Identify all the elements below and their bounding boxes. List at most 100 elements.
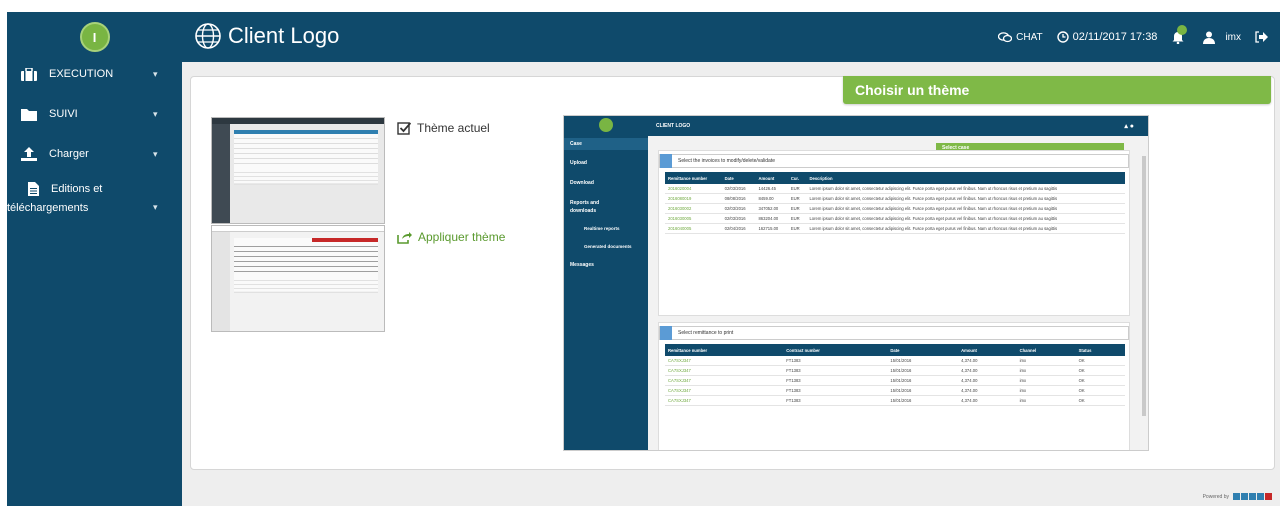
cell: FT1383: [783, 356, 888, 366]
sidebar: I EXECUTION ▾ SUIVI ▾ Charger ▾ Editions…: [7, 12, 182, 506]
theme-card: Choisir un thème Thème actuel Appliquer …: [190, 76, 1275, 470]
theme-preview: Case Upload Download Reports and downloa…: [563, 115, 1149, 451]
table-row[interactable]: CA7SXJ347 FT1383 15/01/2016 4,374.00 imx…: [665, 395, 1125, 406]
cell: FT1383: [783, 365, 888, 376]
table-row[interactable]: 2016040005 02/04/2016 162715.00 EUR Lore…: [665, 223, 1125, 234]
preview-side-item: Messages: [570, 262, 594, 268]
cell: 2016030005: [665, 213, 722, 224]
preview-side-item: downloads: [570, 208, 597, 214]
cell: EUR: [787, 193, 807, 204]
logout-icon: [1255, 31, 1268, 43]
sidebar-item-label: EXECUTION: [49, 68, 114, 80]
col-header: Channel: [1016, 344, 1076, 356]
table-row[interactable]: CA7SXJ347 FT1383 15/01/2016 4,374.00 imx…: [665, 356, 1125, 366]
col-header: Remittance number: [665, 344, 784, 356]
logout-button[interactable]: [1255, 31, 1272, 43]
cell: CA7SXJ347: [665, 365, 784, 376]
cell: 347052.00: [755, 203, 788, 214]
preview-panel-header: Select remittance to print: [659, 326, 1129, 340]
preview-panel-remittances: Select remittance to print Remittance nu…: [658, 322, 1130, 450]
cell: 02/03/2016: [721, 184, 756, 194]
notifications-button[interactable]: [1171, 25, 1189, 44]
cell: 2016020004: [665, 184, 722, 194]
preview-invoice-table: Remittance number Date Amount Cur. Descr…: [665, 172, 1125, 234]
table-row[interactable]: CA7SXJ347 FT1383 15/01/2016 4,374.00 imx…: [665, 365, 1125, 376]
table-row[interactable]: CA7SXJ347 FT1383 15/01/2016 4,374.00 imx…: [665, 385, 1125, 396]
cell: 2016030002: [665, 203, 722, 214]
checkbox-checked-icon: [397, 122, 411, 135]
preview-sidebar: Case Upload Download Reports and downloa…: [564, 116, 648, 450]
apply-theme-label: Appliquer thème: [418, 230, 506, 244]
folder-icon: [21, 107, 37, 121]
main-area: Choisir un thème Thème actuel Appliquer …: [182, 62, 1280, 506]
globe-icon: [195, 23, 221, 49]
col-header: Contract number: [783, 344, 888, 356]
user-icon: [1203, 31, 1216, 44]
col-header: Description: [806, 172, 1125, 184]
current-theme-thumbnail[interactable]: [211, 117, 385, 224]
chat-label: CHAT: [1016, 31, 1043, 43]
sidebar-item-editions[interactable]: Editions et téléchargements ▾: [7, 180, 182, 236]
sidebar-item-suivi[interactable]: SUIVI ▾: [7, 102, 182, 126]
user-menu[interactable]: imx: [1203, 31, 1241, 44]
current-theme-option[interactable]: Thème actuel: [397, 121, 490, 135]
chat-button[interactable]: CHAT: [998, 31, 1043, 43]
preview-side-item: Upload: [570, 160, 587, 166]
cell: 15/01/2016: [887, 356, 959, 366]
cell: 15/01/2016: [887, 385, 959, 396]
cell: FT1383: [783, 375, 888, 386]
cell: 02/04/2016: [721, 223, 756, 234]
cell: 863204.00: [755, 213, 788, 224]
table-row[interactable]: 2016030005 02/03/2016 863204.00 EUR Lore…: [665, 213, 1125, 224]
datetime-text: 02/11/2017 17:38: [1072, 31, 1158, 43]
col-header: Date: [721, 172, 756, 184]
upload-icon: [21, 147, 37, 161]
powered-by: Powered by: [1203, 493, 1272, 500]
cell: 4,374.00: [958, 385, 1017, 396]
preview-side-item: Case: [564, 138, 648, 150]
preview-avatar: [599, 118, 613, 132]
preview-brand: CLIENT LOGO: [656, 123, 691, 129]
table-header-row: Remittance number Date Amount Cur. Descr…: [665, 172, 1125, 184]
thumb-topbar: [212, 226, 384, 232]
cell: Lorem ipsum dolor sit amet, consectetur …: [806, 193, 1125, 204]
cell: OK: [1075, 365, 1125, 376]
preview-side-subitem: Realtime reports: [584, 226, 620, 231]
table-row[interactable]: 2016080019 08/08/2016 8459.00 EUR Lorem …: [665, 193, 1125, 204]
brand-name: Client Logo: [228, 23, 340, 48]
cell: 2016040005: [665, 223, 722, 234]
cell: OK: [1075, 375, 1125, 386]
sidebar-item-charger[interactable]: Charger ▾: [7, 142, 182, 166]
cell: 8459.00: [755, 193, 788, 204]
cell: 14426.45: [755, 184, 788, 194]
cell: imx: [1016, 395, 1076, 406]
cell: 02/03/2016: [721, 213, 756, 224]
brand-logo[interactable]: Client Logo: [194, 22, 339, 50]
thumb-sidebar: [212, 124, 230, 223]
cell: Lorem ipsum dolor sit amet, consectetur …: [806, 203, 1125, 214]
thumb-sidebar: [212, 232, 230, 331]
new-theme-thumbnail[interactable]: [211, 225, 385, 332]
sidebar-item-execution[interactable]: EXECUTION ▾: [7, 62, 182, 86]
table-row[interactable]: 2016020004 02/03/2016 14426.45 EUR Lorem…: [665, 184, 1125, 194]
cell: imx: [1016, 365, 1076, 376]
clock-icon: [1056, 31, 1069, 43]
document-icon: [25, 182, 41, 196]
caret-down-icon: ▾: [153, 108, 158, 119]
cell: FT1383: [783, 385, 888, 396]
logo-square: [1265, 493, 1272, 500]
apply-theme-option[interactable]: Appliquer thème: [397, 230, 505, 244]
col-header: Date: [887, 344, 959, 356]
table-row[interactable]: CA7SXJ347 FT1383 15/01/2016 4,374.00 imx…: [665, 375, 1125, 386]
document-icon: [660, 154, 672, 168]
table-row[interactable]: 2016030002 02/03/2016 347052.00 EUR Lore…: [665, 203, 1125, 214]
cell: CA7SXJ347: [665, 375, 784, 386]
preview-side-item: Reports and: [570, 200, 600, 206]
col-header: Remittance number: [665, 172, 722, 184]
sidebar-item-label-line1: Editions et: [51, 183, 103, 195]
cell: 4,374.00: [958, 356, 1017, 366]
theme-title: Choisir un thème: [843, 76, 1271, 104]
preview-side-item: Download: [570, 180, 594, 186]
cell: 15/01/2016: [887, 365, 959, 376]
avatar[interactable]: I: [79, 22, 110, 52]
